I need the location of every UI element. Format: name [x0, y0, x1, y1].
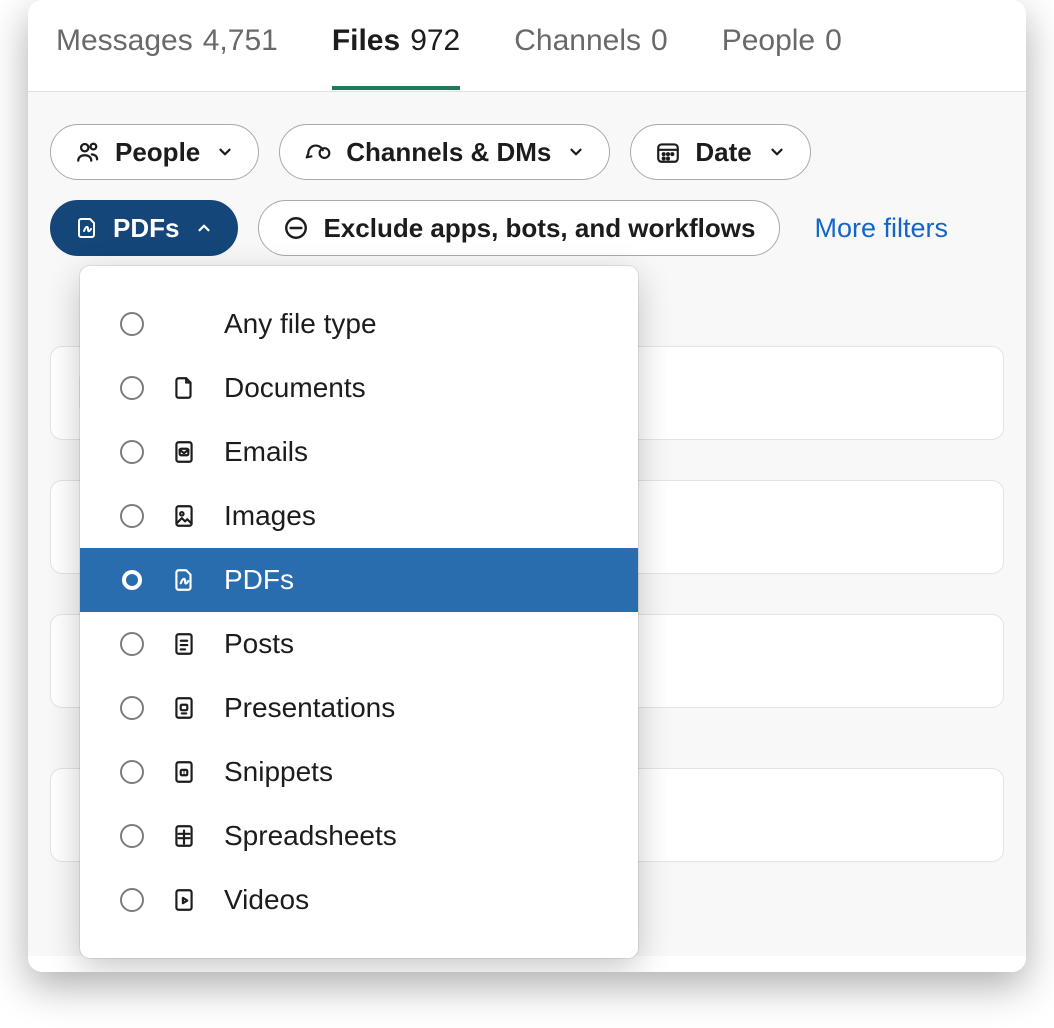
- radio-icon: [120, 440, 144, 464]
- radio-icon: [120, 696, 144, 720]
- filter-date-button[interactable]: Date: [630, 124, 810, 180]
- radio-icon: [120, 312, 144, 336]
- filetype-option-label: Images: [224, 500, 598, 532]
- filter-filetype-button[interactable]: PDFs: [50, 200, 238, 256]
- spreadsheet-icon: [168, 821, 200, 851]
- filter-people-button[interactable]: People: [50, 124, 259, 180]
- filetype-option-pdfs[interactable]: PDFs: [80, 548, 638, 612]
- filetype-option-label: Emails: [224, 436, 598, 468]
- radio-icon: [120, 824, 144, 848]
- filetype-option-posts[interactable]: Posts: [80, 612, 638, 676]
- tab-files-count: 972: [410, 24, 460, 58]
- filetype-dropdown: Any file type Documents Emails Images: [80, 266, 638, 958]
- calendar-icon: [655, 139, 681, 165]
- filetype-option-label: Snippets: [224, 756, 598, 788]
- filter-channels-button[interactable]: Channels & DMs: [279, 124, 610, 180]
- tab-files-label: Files: [332, 24, 400, 58]
- document-icon: [168, 373, 200, 403]
- filetype-option-label: Any file type: [224, 308, 598, 340]
- radio-icon: [120, 568, 144, 592]
- tab-files[interactable]: Files 972: [332, 24, 460, 90]
- email-icon: [168, 437, 200, 467]
- filetype-option-any[interactable]: Any file type: [80, 292, 638, 356]
- pdf-icon: [168, 565, 200, 595]
- chevron-down-icon: [768, 143, 786, 161]
- radio-icon: [120, 888, 144, 912]
- radio-icon: [120, 632, 144, 656]
- tab-messages-label: Messages: [56, 24, 193, 58]
- filetype-option-videos[interactable]: Videos: [80, 868, 638, 932]
- exclude-icon: [283, 215, 309, 241]
- tab-channels-label: Channels: [514, 24, 641, 58]
- image-icon: [168, 501, 200, 531]
- tab-channels[interactable]: Channels 0: [514, 24, 667, 90]
- filetype-option-spreadsheets[interactable]: Spreadsheets: [80, 804, 638, 868]
- pdf-icon: [75, 215, 99, 241]
- filetype-option-presentations[interactable]: Presentations: [80, 676, 638, 740]
- radio-icon: [120, 376, 144, 400]
- tab-people-count: 0: [825, 24, 842, 58]
- tab-messages-count: 4,751: [203, 24, 278, 58]
- chevron-down-icon: [567, 143, 585, 161]
- chevron-down-icon: [216, 143, 234, 161]
- filetype-option-emails[interactable]: Emails: [80, 420, 638, 484]
- channel-dm-icon: [304, 139, 332, 165]
- filter-people-label: People: [115, 137, 200, 168]
- filetype-option-label: PDFs: [224, 564, 598, 596]
- chevron-up-icon: [195, 219, 213, 237]
- filetype-option-label: Videos: [224, 884, 598, 916]
- tab-messages[interactable]: Messages 4,751: [56, 24, 278, 90]
- more-filters-link[interactable]: More filters: [800, 213, 948, 244]
- filetype-option-label: Spreadsheets: [224, 820, 598, 852]
- filetype-option-label: Posts: [224, 628, 598, 660]
- post-icon: [168, 629, 200, 659]
- tab-people-label: People: [722, 24, 815, 58]
- filter-channels-label: Channels & DMs: [346, 137, 551, 168]
- filetype-option-images[interactable]: Images: [80, 484, 638, 548]
- snippet-icon: T: [168, 757, 200, 787]
- search-results-panel: Messages 4,751 Files 972 Channels 0 Peop…: [28, 0, 1026, 972]
- tab-people[interactable]: People 0: [722, 24, 842, 90]
- tab-channels-count: 0: [651, 24, 668, 58]
- people-icon: [75, 139, 101, 165]
- filter-filetype-label: PDFs: [113, 213, 179, 244]
- filter-exclude-label: Exclude apps, bots, and workflows: [323, 213, 755, 244]
- filter-date-label: Date: [695, 137, 751, 168]
- video-icon: [168, 885, 200, 915]
- search-tabs: Messages 4,751 Files 972 Channels 0 Peop…: [28, 0, 1026, 92]
- filetype-option-documents[interactable]: Documents: [80, 356, 638, 420]
- radio-icon: [120, 760, 144, 784]
- filetype-option-label: Documents: [224, 372, 598, 404]
- presentation-icon: [168, 693, 200, 723]
- filter-exclude-button[interactable]: Exclude apps, bots, and workflows: [258, 200, 780, 256]
- filters-bar: People Channels & DMs Date: [28, 92, 1026, 276]
- filetype-option-label: Presentations: [224, 692, 598, 724]
- filetype-option-snippets[interactable]: T Snippets: [80, 740, 638, 804]
- radio-icon: [120, 504, 144, 528]
